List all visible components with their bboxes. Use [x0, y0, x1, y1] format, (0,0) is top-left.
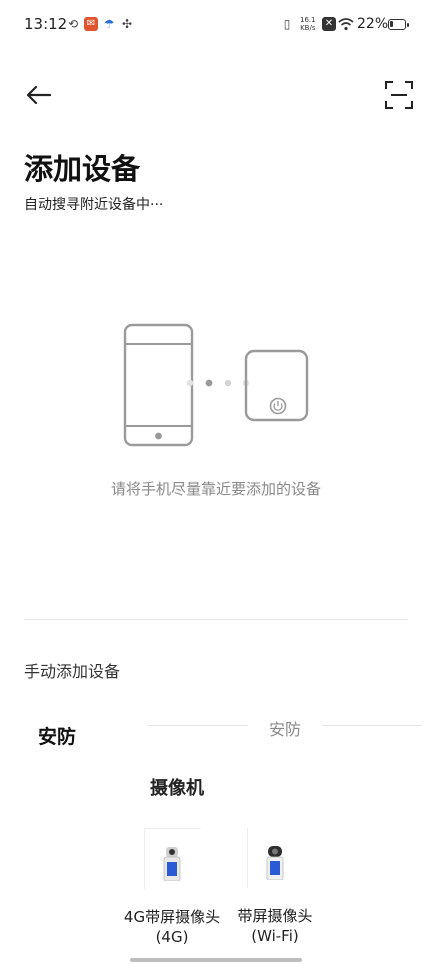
status-bar: 13:12 ⟲ ✉ ☂ ✣ ▯ 16.1 KB/s ✕ 22% — [0, 0, 432, 50]
phone-icon — [123, 323, 194, 447]
device-icon — [244, 349, 309, 422]
network-speed-unit: KB/s — [300, 24, 316, 32]
section-divider-right — [322, 725, 422, 726]
product-image — [246, 828, 304, 888]
vibrate-icon: ▯ — [283, 17, 291, 31]
section-title: 安防 — [268, 720, 301, 739]
scan-icon[interactable] — [382, 78, 416, 112]
app-notification-icon: ✉ — [84, 17, 98, 31]
back-arrow-icon[interactable] — [22, 78, 56, 112]
divider — [24, 619, 408, 620]
network-speed: 16.1 KB/s — [300, 16, 316, 32]
home-indicator[interactable] — [130, 958, 302, 962]
fan-icon: ✣ — [121, 17, 133, 31]
product-name: 带屏摄像头(Wi-Fi) — [237, 907, 313, 945]
manual-add-label: 手动添加设备 — [24, 662, 121, 681]
battery-fill — [390, 21, 393, 27]
product-image — [143, 828, 201, 889]
status-time: 13:12 — [24, 15, 68, 33]
subsection-title: 摄像机 — [150, 778, 204, 799]
category-item-security[interactable]: 安防 — [38, 722, 76, 749]
product-card-4g-camera[interactable]: 4G带屏摄像头(4G) — [122, 828, 222, 947]
camera-icon — [163, 847, 180, 881]
wifi-icon — [338, 18, 354, 31]
network-speed-value: 16.1 — [300, 16, 316, 24]
phone-device-illustration — [123, 323, 309, 447]
no-sim-icon: ✕ — [322, 17, 336, 31]
battery-percent: 22% — [357, 16, 389, 32]
page-title: 添加设备 — [24, 152, 141, 186]
connecting-dots — [186, 379, 250, 387]
weather-icon: ☂ — [103, 17, 115, 31]
product-name: 4G带屏摄像头(4G) — [123, 908, 221, 946]
search-status-text: 自动搜寻附近设备中··· — [24, 197, 164, 213]
product-card-wifi-camera[interactable]: 带屏摄像头(Wi-Fi) — [225, 828, 325, 946]
battery-icon — [388, 19, 409, 30]
camera-icon — [266, 846, 283, 880]
sync-icon: ⟲ — [67, 17, 79, 31]
proximity-hint: 请将手机尽量靠近要添加的设备 — [110, 480, 321, 498]
section-divider-left — [148, 725, 248, 726]
